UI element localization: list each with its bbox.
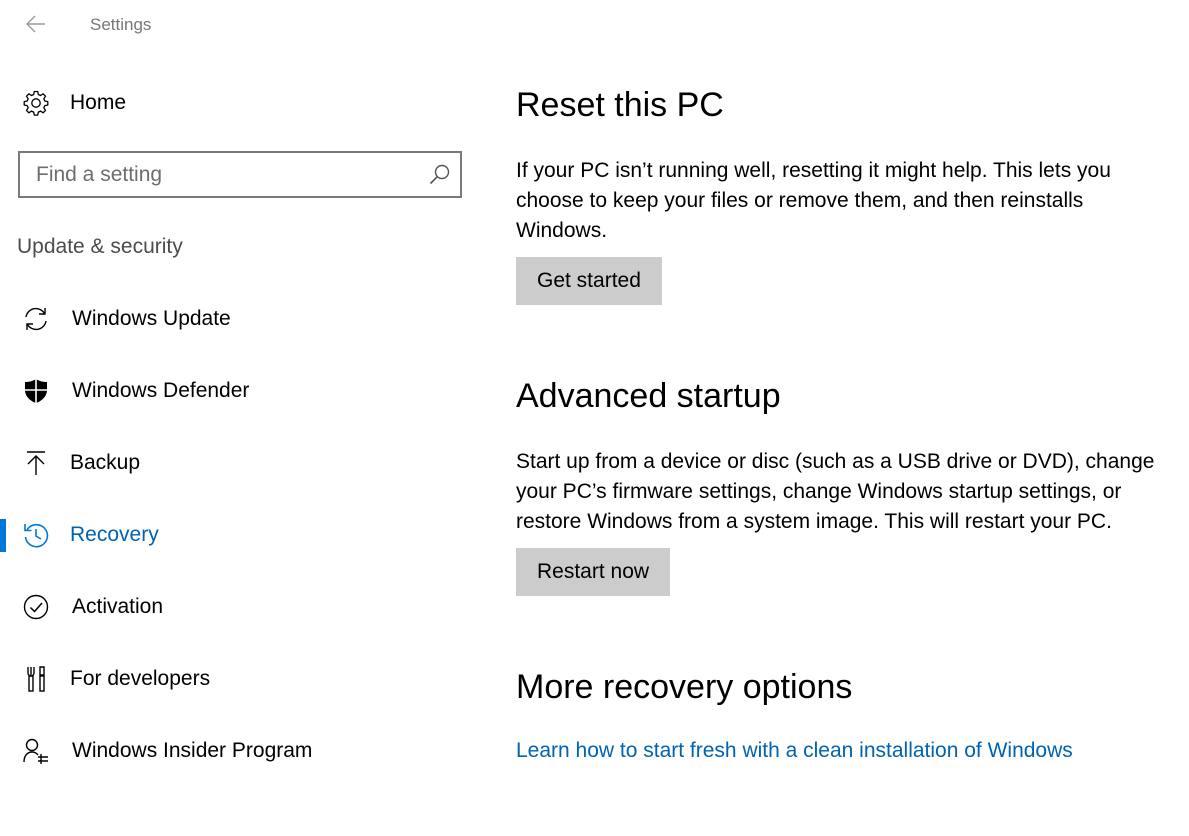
sidebar-item-recovery[interactable]: Recovery (0, 510, 480, 560)
sidebar-item-backup[interactable]: Backup (0, 438, 480, 488)
sidebar-item-label: Backup (70, 451, 141, 474)
search-input[interactable] (36, 162, 426, 187)
section-header: Update & security (17, 235, 183, 258)
restart-now-button[interactable]: Restart now (516, 548, 671, 596)
sidebar-item-windows-update[interactable]: Windows Update (0, 294, 480, 344)
shield-icon (20, 375, 52, 407)
sync-icon (20, 303, 52, 335)
checkmark-circle-icon (20, 591, 52, 623)
main-content: Reset this PC If your PC isn’t running w… (516, 0, 1189, 836)
sidebar-item-label: Recovery (70, 523, 159, 546)
advanced-startup-heading: Advanced startup (516, 377, 781, 415)
sidebar-item-label: Windows Update (72, 307, 231, 330)
more-recovery-heading: More recovery options (516, 668, 853, 706)
sidebar-item-windows-defender[interactable]: Windows Defender (0, 366, 480, 416)
window-title: Settings (90, 15, 152, 34)
sidebar-item-label: Windows Defender (72, 379, 250, 402)
sidebar-item-label: For developers (70, 667, 211, 690)
search-icon[interactable] (428, 163, 452, 187)
back-arrow-icon (26, 15, 45, 33)
upload-arrow-icon (20, 447, 52, 479)
sidebar-item-windows-insider-program[interactable]: Windows Insider Program (0, 726, 480, 776)
developer-tools-icon (20, 663, 52, 695)
selection-indicator (0, 519, 6, 552)
gear-icon (20, 87, 52, 119)
sidebar-item-for-developers[interactable]: For developers (0, 654, 480, 704)
history-icon (20, 519, 52, 551)
clean-install-link[interactable]: Learn how to start fresh with a clean in… (516, 739, 1073, 763)
sidebar-item-activation[interactable]: Activation (0, 582, 480, 632)
search-field[interactable] (18, 151, 462, 198)
sidebar: Home Update & security Windows Update (0, 50, 480, 836)
advanced-startup-description: Start up from a device or disc (such as … (516, 450, 1155, 533)
insider-person-icon (20, 735, 52, 767)
sidebar-item-home[interactable]: Home (0, 78, 480, 128)
reset-heading: Reset this PC (516, 86, 724, 124)
get-started-button[interactable]: Get started (516, 257, 662, 305)
sidebar-item-label: Home (70, 91, 127, 114)
sidebar-item-label: Activation (72, 595, 164, 618)
sidebar-item-label: Windows Insider Program (72, 739, 313, 762)
reset-description: If your PC isn’t running well, resetting… (516, 159, 1111, 242)
back-button[interactable] (18, 8, 54, 40)
